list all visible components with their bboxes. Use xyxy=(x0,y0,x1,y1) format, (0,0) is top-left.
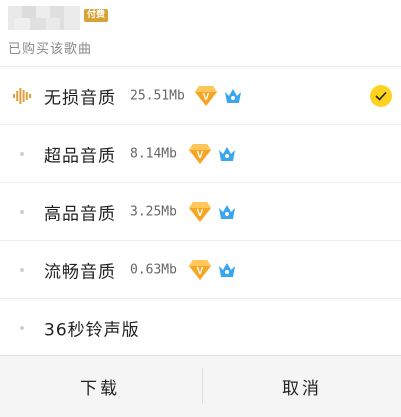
sheet-footer: 下载 取消 xyxy=(0,355,401,417)
blue-crown-icon xyxy=(219,262,235,277)
bullet-dot xyxy=(12,318,32,338)
download-button[interactable]: 下载 xyxy=(0,356,200,417)
bullet-dot xyxy=(12,260,32,280)
blue-crown-icon xyxy=(225,88,241,103)
download-quality-sheet: 付费 已购买该歌曲 无损音质 25.51Mb V 超品音质 8.14Mb V 高… xyxy=(0,0,401,417)
quality-name: 流畅音质 xyxy=(44,262,116,282)
svg-text:V: V xyxy=(197,266,204,277)
quality-name: 高品音质 xyxy=(44,204,116,224)
quality-name: 超品音质 xyxy=(44,146,116,166)
quality-badges: V xyxy=(188,201,237,223)
blue-crown-icon xyxy=(219,146,235,161)
quality-size: 3.25Mb xyxy=(130,204,177,219)
svg-text:V: V xyxy=(197,150,204,161)
bullet-dot xyxy=(12,144,32,164)
selected-check-icon xyxy=(370,84,392,107)
quality-badges: V xyxy=(194,85,243,107)
quality-badges: V xyxy=(188,259,237,281)
purchase-status: 已购买该歌曲 xyxy=(8,42,93,57)
paid-badge: 付费 xyxy=(84,9,109,22)
svg-text:V: V xyxy=(197,208,204,219)
vip-diamond-icon: V xyxy=(189,201,211,222)
song-title-blurred xyxy=(8,6,80,30)
quality-badges: V xyxy=(188,143,237,165)
sheet-header: 付费 已购买该歌曲 xyxy=(0,0,401,62)
vip-diamond-icon: V xyxy=(189,143,211,164)
vip-diamond-icon: V xyxy=(189,259,211,280)
sound-wave-icon xyxy=(12,86,32,106)
quality-option-lossless[interactable]: 无损音质 25.51Mb V xyxy=(0,66,401,124)
quality-option-smooth[interactable]: 流畅音质 0.63Mb V xyxy=(0,240,401,298)
cancel-button[interactable]: 取消 xyxy=(203,356,401,417)
quality-size: 0.63Mb xyxy=(130,262,177,277)
quality-option-ringtone[interactable]: 36秒铃声版 xyxy=(0,298,401,356)
quality-name: 36秒铃声版 xyxy=(44,320,140,340)
vip-diamond-icon: V xyxy=(195,85,217,106)
svg-text:V: V xyxy=(203,92,210,103)
quality-size: 8.14Mb xyxy=(130,146,177,161)
quality-size: 25.51Mb xyxy=(130,88,185,103)
bullet-dot xyxy=(12,202,32,222)
quality-option-super[interactable]: 超品音质 8.14Mb V xyxy=(0,124,401,182)
quality-option-high[interactable]: 高品音质 3.25Mb V xyxy=(0,182,401,240)
blue-crown-icon xyxy=(219,204,235,219)
quality-name: 无损音质 xyxy=(44,88,116,108)
